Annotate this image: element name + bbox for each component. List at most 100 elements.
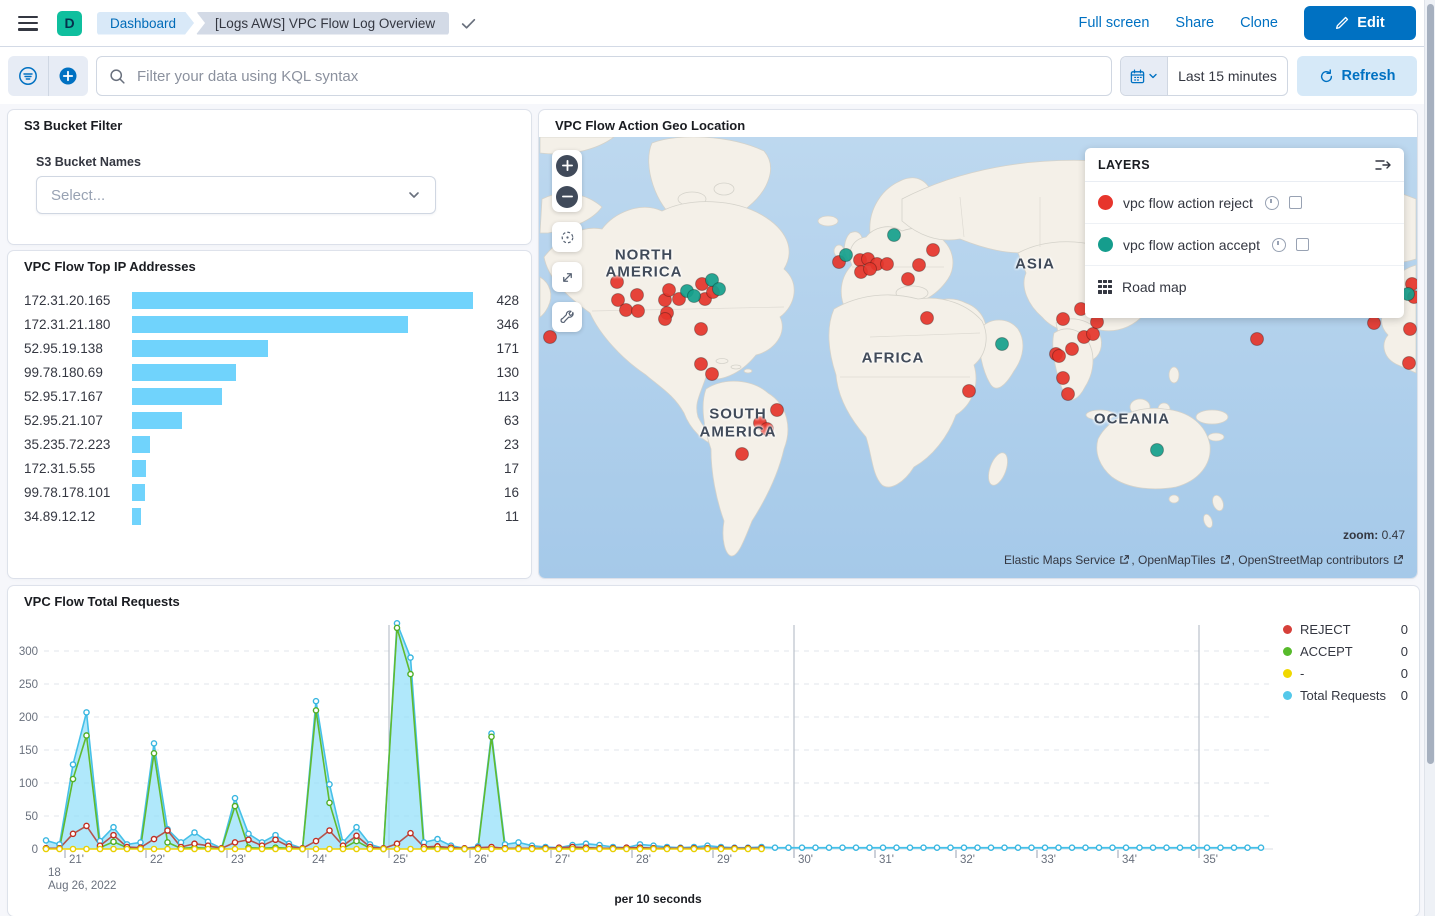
- legend-item[interactable]: Total Requests0: [1283, 684, 1408, 706]
- layer-item-reject[interactable]: vpc flow action reject: [1085, 182, 1404, 224]
- attribution-link[interactable]: OpenStreetMap contributors: [1238, 553, 1389, 567]
- reject-geo-dot[interactable]: [881, 258, 894, 271]
- legend-item[interactable]: ACCEPT0: [1283, 640, 1408, 662]
- map-tools-button[interactable]: [552, 302, 582, 332]
- breadcrumb-dashboard[interactable]: Dashboard: [97, 12, 194, 35]
- reject-geo-dot[interactable]: [864, 263, 877, 276]
- reject-geo-dot[interactable]: [771, 404, 784, 417]
- ip-bar[interactable]: [132, 388, 222, 405]
- ip-address: 34.89.12.12: [24, 509, 132, 524]
- reject-geo-dot[interactable]: [706, 368, 719, 381]
- kql-search-box: [96, 56, 1112, 96]
- ip-row[interactable]: 172.31.21.180346: [24, 312, 519, 336]
- reject-geo-dot[interactable]: [544, 331, 557, 344]
- kql-search-input[interactable]: [135, 67, 1099, 86]
- reject-geo-dot[interactable]: [695, 323, 708, 336]
- zoom-out-icon[interactable]: [556, 186, 578, 208]
- total-requests-chart[interactable]: 05010015020025030021'22'23'24'25'26'27'2…: [8, 586, 1293, 916]
- reject-geo-dot[interactable]: [921, 312, 934, 325]
- ip-row[interactable]: 99.78.178.10116: [24, 480, 519, 504]
- reject-geo-dot[interactable]: [1062, 388, 1075, 401]
- ip-bar[interactable]: [132, 436, 150, 453]
- ip-bar[interactable]: [132, 508, 141, 525]
- legend-label: Total Requests: [1300, 688, 1393, 703]
- reject-geo-dot[interactable]: [963, 385, 976, 398]
- reject-geo-dot[interactable]: [1053, 350, 1066, 363]
- share-button[interactable]: Share: [1175, 15, 1214, 31]
- ip-bar[interactable]: [132, 412, 182, 429]
- reject-geo-dot[interactable]: [1057, 372, 1070, 385]
- legend-dot: [1283, 691, 1292, 700]
- attribution-link[interactable]: Elastic Maps Service: [1004, 553, 1115, 567]
- ip-row[interactable]: 172.31.5.5517: [24, 456, 519, 480]
- accept-geo-dot[interactable]: [1151, 444, 1164, 457]
- zoom-in-icon[interactable]: [556, 155, 578, 177]
- ip-bar[interactable]: [132, 316, 408, 333]
- clock-icon: [1265, 196, 1279, 210]
- reject-geo-dot[interactable]: [927, 244, 940, 257]
- reject-geo-dot[interactable]: [902, 273, 915, 286]
- world-map[interactable]: NORTHAMERICASOUTHAMERICAAFRICAASIAOCEANI…: [539, 137, 1417, 578]
- edit-button[interactable]: Edit: [1304, 6, 1416, 40]
- space-avatar[interactable]: D: [57, 11, 82, 36]
- accept-geo-dot[interactable]: [996, 338, 1009, 351]
- accept-geo-dot[interactable]: [888, 229, 901, 242]
- ip-row[interactable]: 34.89.12.1211: [24, 504, 519, 528]
- date-quick-select-button[interactable]: [1121, 57, 1168, 95]
- reject-geo-dot[interactable]: [663, 284, 676, 297]
- layer-item-accept[interactable]: vpc flow action accept: [1085, 224, 1404, 266]
- layer-item-roadmap[interactable]: Road map: [1085, 266, 1404, 307]
- reject-geo-dot[interactable]: [620, 304, 633, 317]
- accept-geo-dot[interactable]: [688, 290, 701, 303]
- reject-geo-dot[interactable]: [736, 448, 749, 461]
- s3-bucket-select[interactable]: Select...: [36, 176, 436, 214]
- reject-geo-dot[interactable]: [913, 259, 926, 272]
- total-requests-panel: VPC Flow Total Requests 0501001502002503…: [8, 586, 1419, 916]
- legend-item[interactable]: REJECT0: [1283, 618, 1408, 640]
- accept-geo-dot[interactable]: [840, 249, 853, 262]
- reject-geo-dot[interactable]: [631, 289, 644, 302]
- ip-row[interactable]: 99.78.180.69130: [24, 360, 519, 384]
- map-attribution[interactable]: Elastic Maps Service, OpenMapTiles, Open…: [1004, 553, 1405, 567]
- reject-geo-dot[interactable]: [1087, 328, 1100, 341]
- clone-button[interactable]: Clone: [1240, 15, 1278, 31]
- ip-row[interactable]: 52.95.19.138171: [24, 336, 519, 360]
- expand-map-button[interactable]: [552, 262, 582, 292]
- reject-geo-dot[interactable]: [1251, 333, 1264, 346]
- time-range-value[interactable]: Last 15 minutes: [1168, 57, 1287, 95]
- set-view-button[interactable]: [552, 222, 582, 252]
- reject-geo-dot[interactable]: [1368, 317, 1381, 330]
- reject-geo-dot[interactable]: [1057, 313, 1070, 326]
- ip-bar[interactable]: [132, 460, 146, 477]
- reject-geo-dot[interactable]: [659, 313, 672, 326]
- breadcrumb-current-page[interactable]: [Logs AWS] VPC Flow Log Overview: [196, 12, 449, 35]
- refresh-button[interactable]: Refresh: [1297, 56, 1417, 96]
- ip-bar[interactable]: [132, 340, 268, 357]
- ip-row[interactable]: 52.95.17.167113: [24, 384, 519, 408]
- svg-text:300: 300: [19, 646, 38, 658]
- ip-bar[interactable]: [132, 292, 473, 309]
- continent-label: ASIA: [1015, 256, 1055, 273]
- ip-row[interactable]: 35.235.72.22323: [24, 432, 519, 456]
- full-screen-button[interactable]: Full screen: [1078, 15, 1149, 31]
- add-filter-icon[interactable]: [48, 56, 89, 96]
- accept-geo-dot[interactable]: [713, 283, 726, 296]
- ip-bar-track: [132, 292, 473, 309]
- ip-bar-track: [132, 460, 473, 477]
- ip-row[interactable]: 52.95.21.10763: [24, 408, 519, 432]
- attribution-link[interactable]: OpenMapTiles: [1138, 553, 1216, 567]
- ip-row[interactable]: 172.31.20.165428: [24, 288, 519, 312]
- collapse-layers-icon[interactable]: [1375, 158, 1391, 172]
- scrollbar-thumb[interactable]: [1427, 4, 1434, 764]
- reject-geo-dot[interactable]: [1403, 357, 1416, 370]
- reject-geo-dot[interactable]: [632, 305, 645, 318]
- reject-geo-dot[interactable]: [1066, 343, 1079, 356]
- ip-bar[interactable]: [132, 484, 145, 501]
- menu-icon[interactable]: [18, 16, 38, 31]
- ip-bar[interactable]: [132, 364, 236, 381]
- reject-geo-dot[interactable]: [695, 358, 708, 371]
- saved-query-menu-icon[interactable]: [8, 56, 48, 96]
- page-scrollbar[interactable]: [1424, 0, 1435, 916]
- reject-geo-dot[interactable]: [1404, 323, 1417, 336]
- legend-item[interactable]: -0: [1283, 662, 1408, 684]
